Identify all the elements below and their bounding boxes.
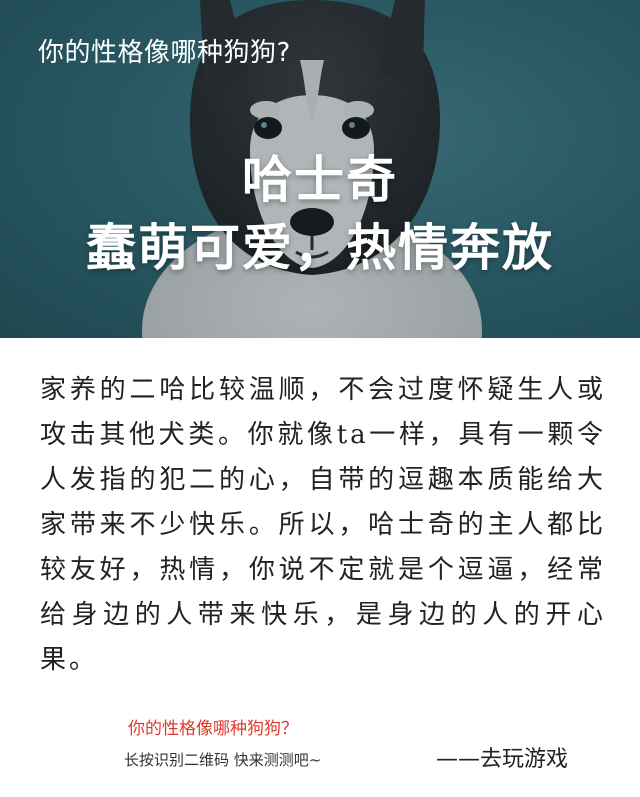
result-page: 你的性格像哪种狗狗? 哈士奇 蠢萌可爱，热情奔放 家养的二哈比较温顺，不会过度怀…	[0, 0, 640, 797]
result-personality-tagline: 蠢萌可爱，热情奔放	[86, 219, 554, 277]
hero-question-text: 你的性格像哪种狗狗?	[38, 38, 291, 68]
qr-code-hint: 长按识别二维码 快来测测吧~	[124, 751, 322, 769]
result-dog-breed: 哈士奇	[242, 151, 398, 209]
play-game-link[interactable]: ——去玩游戏	[436, 741, 568, 773]
result-description: 家养的二哈比较温顺，不会过度怀疑生人或攻击其他犬类。你就像ta一样，具有一颗令人…	[40, 375, 606, 675]
hero-banner: 你的性格像哪种狗狗? 哈士奇 蠢萌可爱，热情奔放	[0, 0, 640, 338]
footer-question-text: 你的性格像哪种狗狗？	[128, 719, 298, 739]
